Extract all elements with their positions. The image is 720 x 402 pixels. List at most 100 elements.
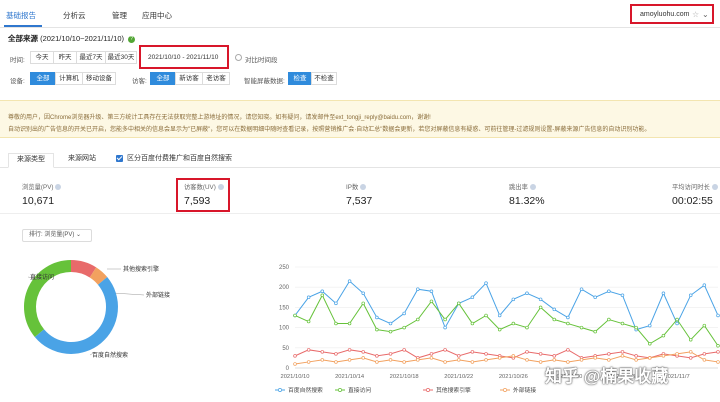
data-point[interactable] xyxy=(620,350,625,354)
data-point[interactable] xyxy=(538,352,543,356)
data-point[interactable] xyxy=(648,323,652,328)
data-point[interactable] xyxy=(552,354,557,358)
data-point[interactable] xyxy=(429,289,434,293)
data-point[interactable] xyxy=(538,360,543,364)
data-point[interactable] xyxy=(306,319,311,324)
visitor-new-button[interactable]: 新访客 xyxy=(175,72,203,85)
time-7days-button[interactable]: 最近7天 xyxy=(76,51,106,64)
pie-slice[interactable] xyxy=(89,267,108,285)
data-point[interactable] xyxy=(470,321,475,326)
data-point[interactable] xyxy=(416,317,420,322)
data-point[interactable] xyxy=(607,289,611,293)
data-point[interactable] xyxy=(620,321,625,326)
data-point[interactable] xyxy=(675,317,679,322)
data-point[interactable] xyxy=(456,354,461,358)
data-point[interactable] xyxy=(607,352,611,356)
data-point[interactable] xyxy=(306,360,311,364)
data-point[interactable] xyxy=(497,356,502,360)
data-point[interactable] xyxy=(688,337,693,342)
data-point[interactable] xyxy=(388,321,393,326)
data-point[interactable] xyxy=(416,287,420,291)
data-point[interactable] xyxy=(593,356,597,360)
data-point[interactable] xyxy=(361,291,365,296)
data-point[interactable] xyxy=(429,299,434,304)
data-point[interactable] xyxy=(593,329,597,334)
data-point[interactable] xyxy=(347,321,352,326)
data-point[interactable] xyxy=(675,352,679,356)
data-point[interactable] xyxy=(334,301,338,306)
sort-dropdown[interactable]: 排行: 浏览量(PV) ⌄ xyxy=(22,229,92,242)
data-point[interactable] xyxy=(361,301,365,306)
data-point[interactable] xyxy=(347,358,352,362)
time-yesterday-button[interactable]: 昨天 xyxy=(53,51,77,64)
data-point[interactable] xyxy=(484,313,488,318)
data-point[interactable] xyxy=(702,352,707,356)
data-point[interactable] xyxy=(320,350,325,354)
smart-nocheck-button[interactable]: 不检查 xyxy=(311,72,337,85)
data-point[interactable] xyxy=(648,342,652,346)
data-point[interactable] xyxy=(402,311,406,316)
device-all-button[interactable]: 全部 xyxy=(30,72,56,85)
data-point[interactable] xyxy=(661,354,666,358)
data-point[interactable] xyxy=(511,297,516,302)
data-point[interactable] xyxy=(634,358,638,362)
data-point[interactable] xyxy=(402,348,406,352)
data-point[interactable] xyxy=(593,295,597,300)
pie-slice[interactable] xyxy=(34,277,118,354)
data-point[interactable] xyxy=(334,360,338,364)
data-point[interactable] xyxy=(634,325,638,330)
nav-manage[interactable]: 管理 xyxy=(112,10,127,21)
data-point[interactable] xyxy=(688,350,693,354)
device-mobile-button[interactable]: 移动设备 xyxy=(82,72,116,85)
data-point[interactable] xyxy=(470,360,475,364)
data-point[interactable] xyxy=(675,321,679,326)
data-point[interactable] xyxy=(579,325,584,330)
info-icon[interactable] xyxy=(55,184,62,191)
data-point[interactable] xyxy=(456,358,461,362)
data-point[interactable] xyxy=(688,356,693,360)
data-point[interactable] xyxy=(634,354,638,358)
data-point[interactable] xyxy=(443,317,447,322)
data-point[interactable] xyxy=(429,352,434,356)
info-icon[interactable] xyxy=(529,184,536,191)
data-point[interactable] xyxy=(334,352,338,356)
data-point[interactable] xyxy=(497,327,502,332)
data-point[interactable] xyxy=(293,313,297,318)
data-point[interactable] xyxy=(375,360,379,364)
data-point[interactable] xyxy=(402,360,406,364)
data-point[interactable] xyxy=(579,287,584,291)
data-point[interactable] xyxy=(361,356,365,360)
data-point[interactable] xyxy=(484,352,488,356)
smart-check-button[interactable]: 检查 xyxy=(288,72,312,85)
compare-radio[interactable] xyxy=(235,54,242,61)
data-point[interactable] xyxy=(347,348,352,352)
data-point[interactable] xyxy=(716,350,720,354)
data-point[interactable] xyxy=(429,356,434,360)
data-point[interactable] xyxy=(375,327,379,332)
info-icon[interactable] xyxy=(360,184,367,191)
data-point[interactable] xyxy=(320,293,325,298)
data-point[interactable] xyxy=(511,354,516,358)
time-30days-button[interactable]: 最近30天 xyxy=(105,51,137,64)
data-point[interactable] xyxy=(470,350,475,354)
data-point[interactable] xyxy=(607,317,611,322)
data-point[interactable] xyxy=(293,362,297,366)
data-point[interactable] xyxy=(661,333,666,338)
nav-analysis-cloud[interactable]: 分析云 xyxy=(63,10,86,21)
data-point[interactable] xyxy=(538,297,543,302)
data-point[interactable] xyxy=(661,291,666,296)
data-point[interactable] xyxy=(470,295,475,300)
data-point[interactable] xyxy=(552,317,557,322)
data-point[interactable] xyxy=(443,360,447,364)
data-point[interactable] xyxy=(538,305,543,310)
data-point[interactable] xyxy=(525,350,529,354)
data-point[interactable] xyxy=(388,329,393,334)
data-point[interactable] xyxy=(484,358,488,362)
data-point[interactable] xyxy=(702,358,707,362)
data-point[interactable] xyxy=(525,358,529,362)
data-point[interactable] xyxy=(388,352,393,356)
distinguish-checkbox[interactable] xyxy=(116,155,123,162)
data-point[interactable] xyxy=(552,307,557,312)
info-icon[interactable] xyxy=(711,184,718,191)
data-point[interactable] xyxy=(566,321,570,326)
